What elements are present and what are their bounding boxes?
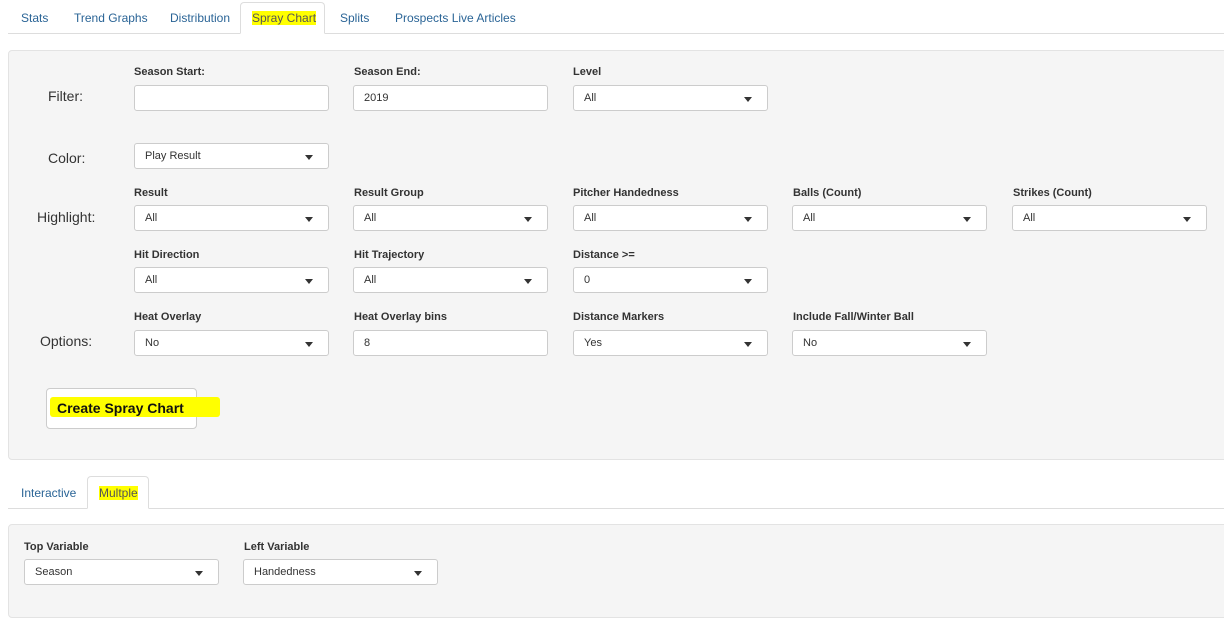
distance-markers-label: Distance Markers — [573, 311, 665, 323]
top-variable-label: Top Variable — [24, 541, 89, 553]
heat-overlay-bins-input[interactable]: 8 — [353, 330, 548, 356]
result-group-label: Result Group — [354, 187, 424, 199]
heat-overlay-value: No — [145, 337, 160, 349]
color-select[interactable]: Play Result — [134, 143, 329, 169]
balls-count-select[interactable]: All — [792, 205, 987, 231]
level-value: All — [584, 92, 597, 104]
hit-direction-select[interactable]: All — [134, 267, 329, 293]
top-variable-select[interactable]: Season — [24, 559, 219, 585]
highlight-row-label: Highlight: — [37, 209, 96, 225]
chevron-down-icon — [963, 342, 971, 347]
include-fall-winter-value: No — [803, 337, 818, 349]
season-end-input[interactable]: 2019 — [353, 85, 548, 111]
color-value: Play Result — [145, 150, 201, 162]
strikes-count-label: Strikes (Count) — [1013, 187, 1092, 199]
season-start-input[interactable] — [134, 85, 329, 111]
tab-multple-label: Multple — [99, 486, 138, 500]
balls-count-label: Balls (Count) — [793, 187, 862, 199]
left-variable-label: Left Variable — [244, 541, 310, 553]
chevron-down-icon — [744, 279, 752, 284]
distance-value: 0 — [584, 274, 591, 286]
top-variable-value: Season — [35, 566, 73, 578]
tab-spray-chart[interactable]: Spray Chart — [240, 2, 325, 34]
chevron-down-icon — [744, 97, 752, 102]
chevron-down-icon — [305, 155, 313, 160]
options-row-label: Options: — [40, 333, 93, 349]
chevron-down-icon — [744, 342, 752, 347]
result-select[interactable]: All — [134, 205, 329, 231]
season-end-label: Season End: — [354, 66, 421, 78]
pitcher-handedness-value: All — [584, 212, 597, 224]
tab-prospects-live-articles[interactable]: Prospects Live Articles — [395, 11, 516, 25]
chevron-down-icon — [305, 342, 313, 347]
tab-interactive[interactable]: Interactive — [21, 486, 76, 500]
include-fall-winter-label: Include Fall/Winter Ball — [793, 311, 914, 323]
balls-count-value: All — [803, 212, 816, 224]
strikes-count-select[interactable]: All — [1012, 205, 1207, 231]
tab-stats[interactable]: Stats — [21, 11, 48, 25]
chevron-down-icon — [524, 279, 532, 284]
hit-trajectory-value: All — [364, 274, 377, 286]
tab-distribution[interactable]: Distribution — [170, 11, 230, 25]
chevron-down-icon — [305, 217, 313, 222]
tab-trend-graphs[interactable]: Trend Graphs — [74, 11, 148, 25]
heat-overlay-bins-label: Heat Overlay bins — [354, 311, 447, 323]
include-fall-winter-select[interactable]: No — [792, 330, 987, 356]
level-label: Level — [573, 66, 602, 78]
chevron-down-icon — [1183, 217, 1191, 222]
level-select[interactable]: All — [573, 85, 768, 111]
pitcher-handedness-select[interactable]: All — [573, 205, 768, 231]
chevron-down-icon — [414, 571, 422, 576]
hit-trajectory-label: Hit Trajectory — [354, 249, 425, 261]
color-row-label: Color: — [48, 150, 86, 166]
season-end-value: 2019 — [364, 92, 389, 104]
result-group-value: All — [364, 212, 377, 224]
chevron-down-icon — [305, 279, 313, 284]
chevron-down-icon — [963, 217, 971, 222]
tab-bar-divider — [8, 33, 1224, 34]
distance-markers-value: Yes — [584, 337, 602, 349]
result-group-select[interactable]: All — [353, 205, 548, 231]
result-value: All — [145, 212, 158, 224]
hit-direction-value: All — [145, 274, 158, 286]
distance-label: Distance >= — [573, 249, 635, 261]
chevron-down-icon — [195, 571, 203, 576]
distance-markers-select[interactable]: Yes — [573, 330, 768, 356]
strikes-count-value: All — [1023, 212, 1036, 224]
result-label: Result — [134, 187, 168, 199]
pitcher-handedness-label: Pitcher Handedness — [573, 187, 679, 199]
left-variable-select[interactable]: Handedness — [243, 559, 438, 585]
left-variable-value: Handedness — [254, 566, 316, 578]
sub-tab-divider — [8, 508, 1224, 509]
chevron-down-icon — [744, 217, 752, 222]
tab-multple[interactable]: Multple — [87, 476, 149, 509]
tab-spray-chart-label: Spray Chart — [252, 11, 317, 25]
heat-overlay-bins-value: 8 — [364, 337, 371, 349]
filter-row-label: Filter: — [48, 88, 83, 104]
hit-direction-label: Hit Direction — [134, 249, 200, 261]
chevron-down-icon — [524, 217, 532, 222]
heat-overlay-label: Heat Overlay — [134, 311, 202, 323]
create-spray-chart-label: Create Spray Chart — [57, 400, 184, 416]
distance-select[interactable]: 0 — [573, 267, 768, 293]
tab-splits[interactable]: Splits — [340, 11, 369, 25]
heat-overlay-select[interactable]: No — [134, 330, 329, 356]
season-start-label: Season Start: — [134, 66, 205, 78]
hit-trajectory-select[interactable]: All — [353, 267, 548, 293]
